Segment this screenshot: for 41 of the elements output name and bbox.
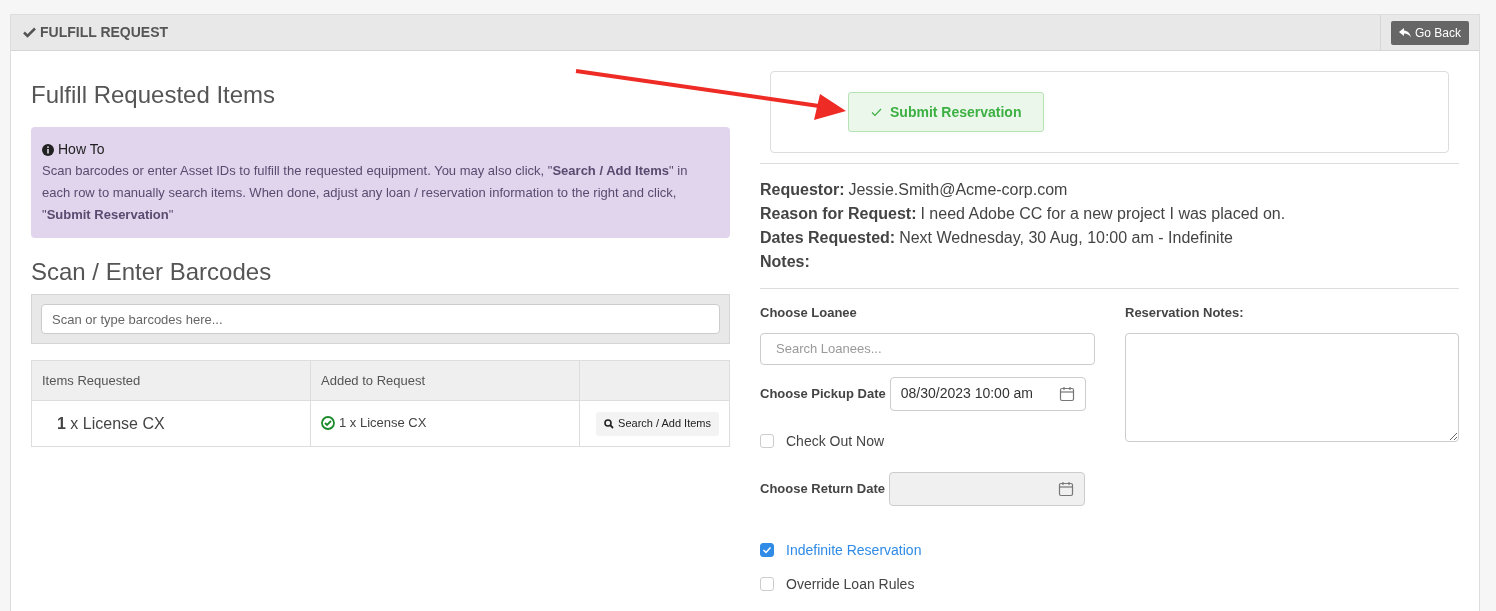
checkbox[interactable]: [760, 543, 774, 557]
info-text: Scan barcodes or enter Asset IDs to fulfill the requested equipment. You may also click, "Search / Add Items" in each row to manually search items. When done, adjust any loan / reservation information to the right and click, "Submit Reservation": [42, 162, 689, 224]
check-circle-icon: [321, 415, 335, 430]
go-back-button[interactable]: Go Back: [1390, 20, 1469, 45]
detail-label: Reason for Request:: [760, 204, 917, 224]
column-header: Items Requested: [31, 360, 311, 401]
checkbox[interactable]: [760, 577, 774, 591]
detail-label: Requestor:: [760, 180, 845, 200]
calendar-icon: [1057, 480, 1074, 497]
barcode-input-field[interactable]: Scan or type barcodes here...: [41, 304, 720, 334]
date-field[interactable]: 08/30/2023 10:00 am: [889, 376, 1086, 411]
checkbox-label: Indefinite Reservation: [786, 540, 922, 560]
table-cell-text: 1 x License CX: [339, 414, 427, 432]
field-label: Choose Loanee: [760, 304, 858, 322]
panel-title: FULFILL REQUEST: [40, 23, 169, 42]
field-label: Choose Pickup Date: [760, 384, 886, 403]
detail-value: I need Adobe CC for a new project I was placed on.: [920, 204, 1286, 224]
checkbox-label: Override Loan Rules: [786, 574, 915, 594]
calendar-icon: [1058, 385, 1075, 402]
column-header: Added to Request: [310, 360, 580, 401]
checkbox[interactable]: [760, 434, 774, 448]
detail-value: Jessie.Smith@Acme-corp.com: [848, 180, 1068, 200]
field-label: Choose Return Date: [760, 479, 885, 498]
field-label: Reservation Notes:: [1125, 304, 1245, 322]
section-heading: Fulfill Requested Items: [31, 80, 277, 110]
check-icon: [762, 545, 772, 555]
detail-value: Next Wednesday, 30 Aug, 10:00 am - Indefinite: [899, 228, 1233, 248]
reply-arrow-icon: [1398, 27, 1411, 38]
detail-label: Notes:: [760, 252, 810, 272]
search-add-button[interactable]: Search / Add Items: [596, 411, 719, 436]
loanee-search-field[interactable]: Search Loanees...: [760, 332, 1095, 365]
info-title: How To: [58, 140, 105, 159]
search-icon: [604, 418, 615, 429]
reservation-notes-field[interactable]: [1125, 332, 1459, 442]
check-icon: [871, 107, 882, 117]
table-cell: 1 x License CX: [31, 400, 311, 447]
check-icon: [23, 27, 36, 38]
checkbox-label: Check Out Now: [786, 431, 885, 451]
section-heading: Scan / Enter Barcodes: [31, 257, 273, 287]
info-icon: [42, 143, 54, 156]
detail-label: Dates Requested:: [760, 228, 896, 248]
